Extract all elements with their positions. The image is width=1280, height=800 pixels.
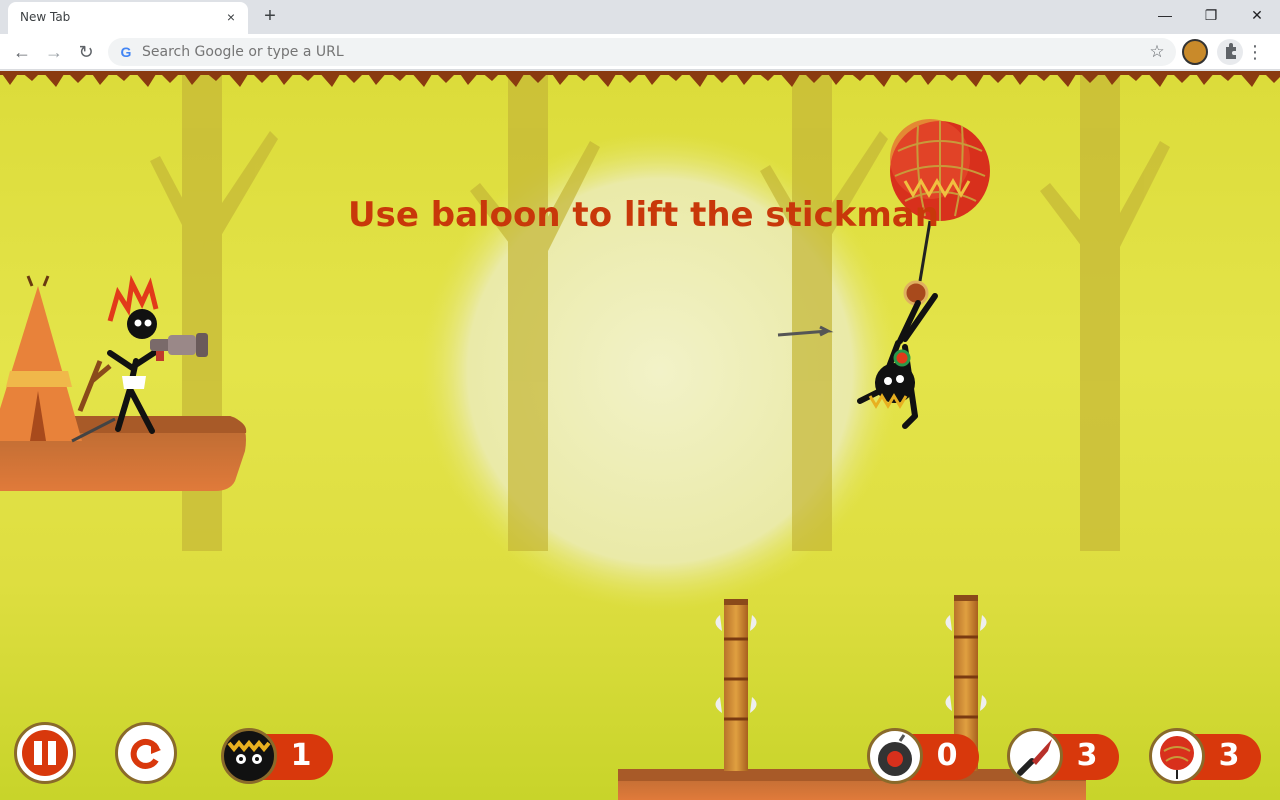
knife-count: 3	[1076, 738, 1098, 773]
new-tab-button[interactable]: +	[258, 5, 282, 29]
pause-button[interactable]	[14, 722, 76, 784]
google-icon: G	[120, 44, 132, 60]
game-scene	[0, 71, 1280, 800]
enemy-count: 1	[290, 738, 312, 773]
balloon-anchor	[903, 280, 929, 306]
pause-icon	[22, 730, 68, 776]
spiked-pole-left	[715, 599, 757, 771]
minimize-button[interactable]: —	[1142, 0, 1188, 30]
enemy-face-icon	[221, 728, 277, 784]
restart-icon	[123, 730, 169, 776]
menu-icon[interactable]: ⋮	[1245, 38, 1265, 66]
balloon-icon	[1149, 728, 1205, 784]
forward-button[interactable]: →	[40, 38, 68, 66]
player-gun	[150, 333, 208, 361]
extensions-icon[interactable]	[1217, 39, 1243, 65]
tab-strip: New Tab × + — ❐ ✕	[0, 0, 1280, 34]
restore-button[interactable]: ❐	[1188, 0, 1234, 30]
restart-button[interactable]	[115, 722, 177, 784]
tab-title: New Tab	[20, 10, 71, 24]
bomb-count: 0	[936, 738, 958, 773]
close-icon[interactable]: ×	[222, 8, 240, 26]
balloon-count: 3	[1218, 738, 1240, 773]
game-canvas[interactable]: Use baloon to lift the stickman 1 0 3 3	[0, 71, 1280, 800]
back-button[interactable]: ←	[8, 38, 36, 66]
profile-avatar[interactable]	[1182, 39, 1208, 65]
browser-toolbar: ← → ↻ G ☆ ⋮	[0, 34, 1280, 70]
knife-icon	[1007, 728, 1063, 784]
star-icon[interactable]: ☆	[1146, 41, 1168, 63]
tab-new-tab[interactable]: New Tab ×	[8, 2, 248, 34]
reload-button[interactable]: ↻	[72, 38, 100, 66]
bomb-icon	[867, 728, 923, 784]
omnibox[interactable]: G ☆	[108, 38, 1176, 66]
hint-text: Use baloon to lift the stickman	[348, 195, 939, 235]
player-head	[127, 309, 157, 339]
omnibox-input[interactable]	[142, 42, 1122, 62]
close-window-button[interactable]: ✕	[1234, 0, 1280, 30]
